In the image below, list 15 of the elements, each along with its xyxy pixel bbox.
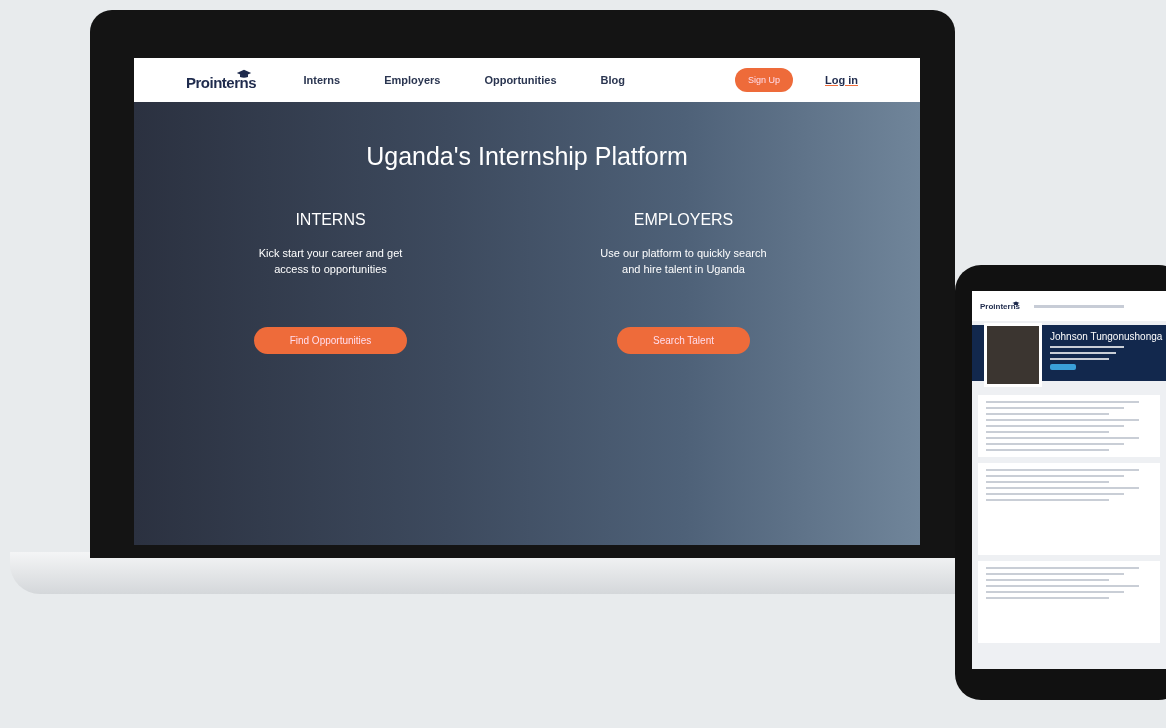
profile-name: Johnson Tungonushonga [1050, 331, 1163, 342]
column-description: Kick start your career and get access to opportunities [257, 246, 404, 277]
hero-title: Uganda's Internship Platform [366, 142, 688, 171]
photo-placeholder [984, 323, 1042, 387]
logo-text[interactable]: Prointerns [186, 74, 256, 92]
nav-link[interactable]: Blog [600, 74, 625, 86]
phone-logo-text[interactable]: Prointerns [980, 302, 1020, 312]
column-heading: EMPLOYERS [633, 211, 734, 229]
nav-link[interactable]: Employers [384, 74, 441, 86]
profile-button-drawing [1050, 364, 1076, 370]
log-in-link[interactable]: Log in [825, 74, 858, 86]
column-description: Use our platform to quickly search and hire talent in Uganda [599, 246, 768, 277]
nav-link[interactable]: Interns [303, 74, 341, 86]
column-heading: INTERNS [295, 211, 366, 229]
nav-link[interactable]: Opportunities [484, 74, 557, 86]
